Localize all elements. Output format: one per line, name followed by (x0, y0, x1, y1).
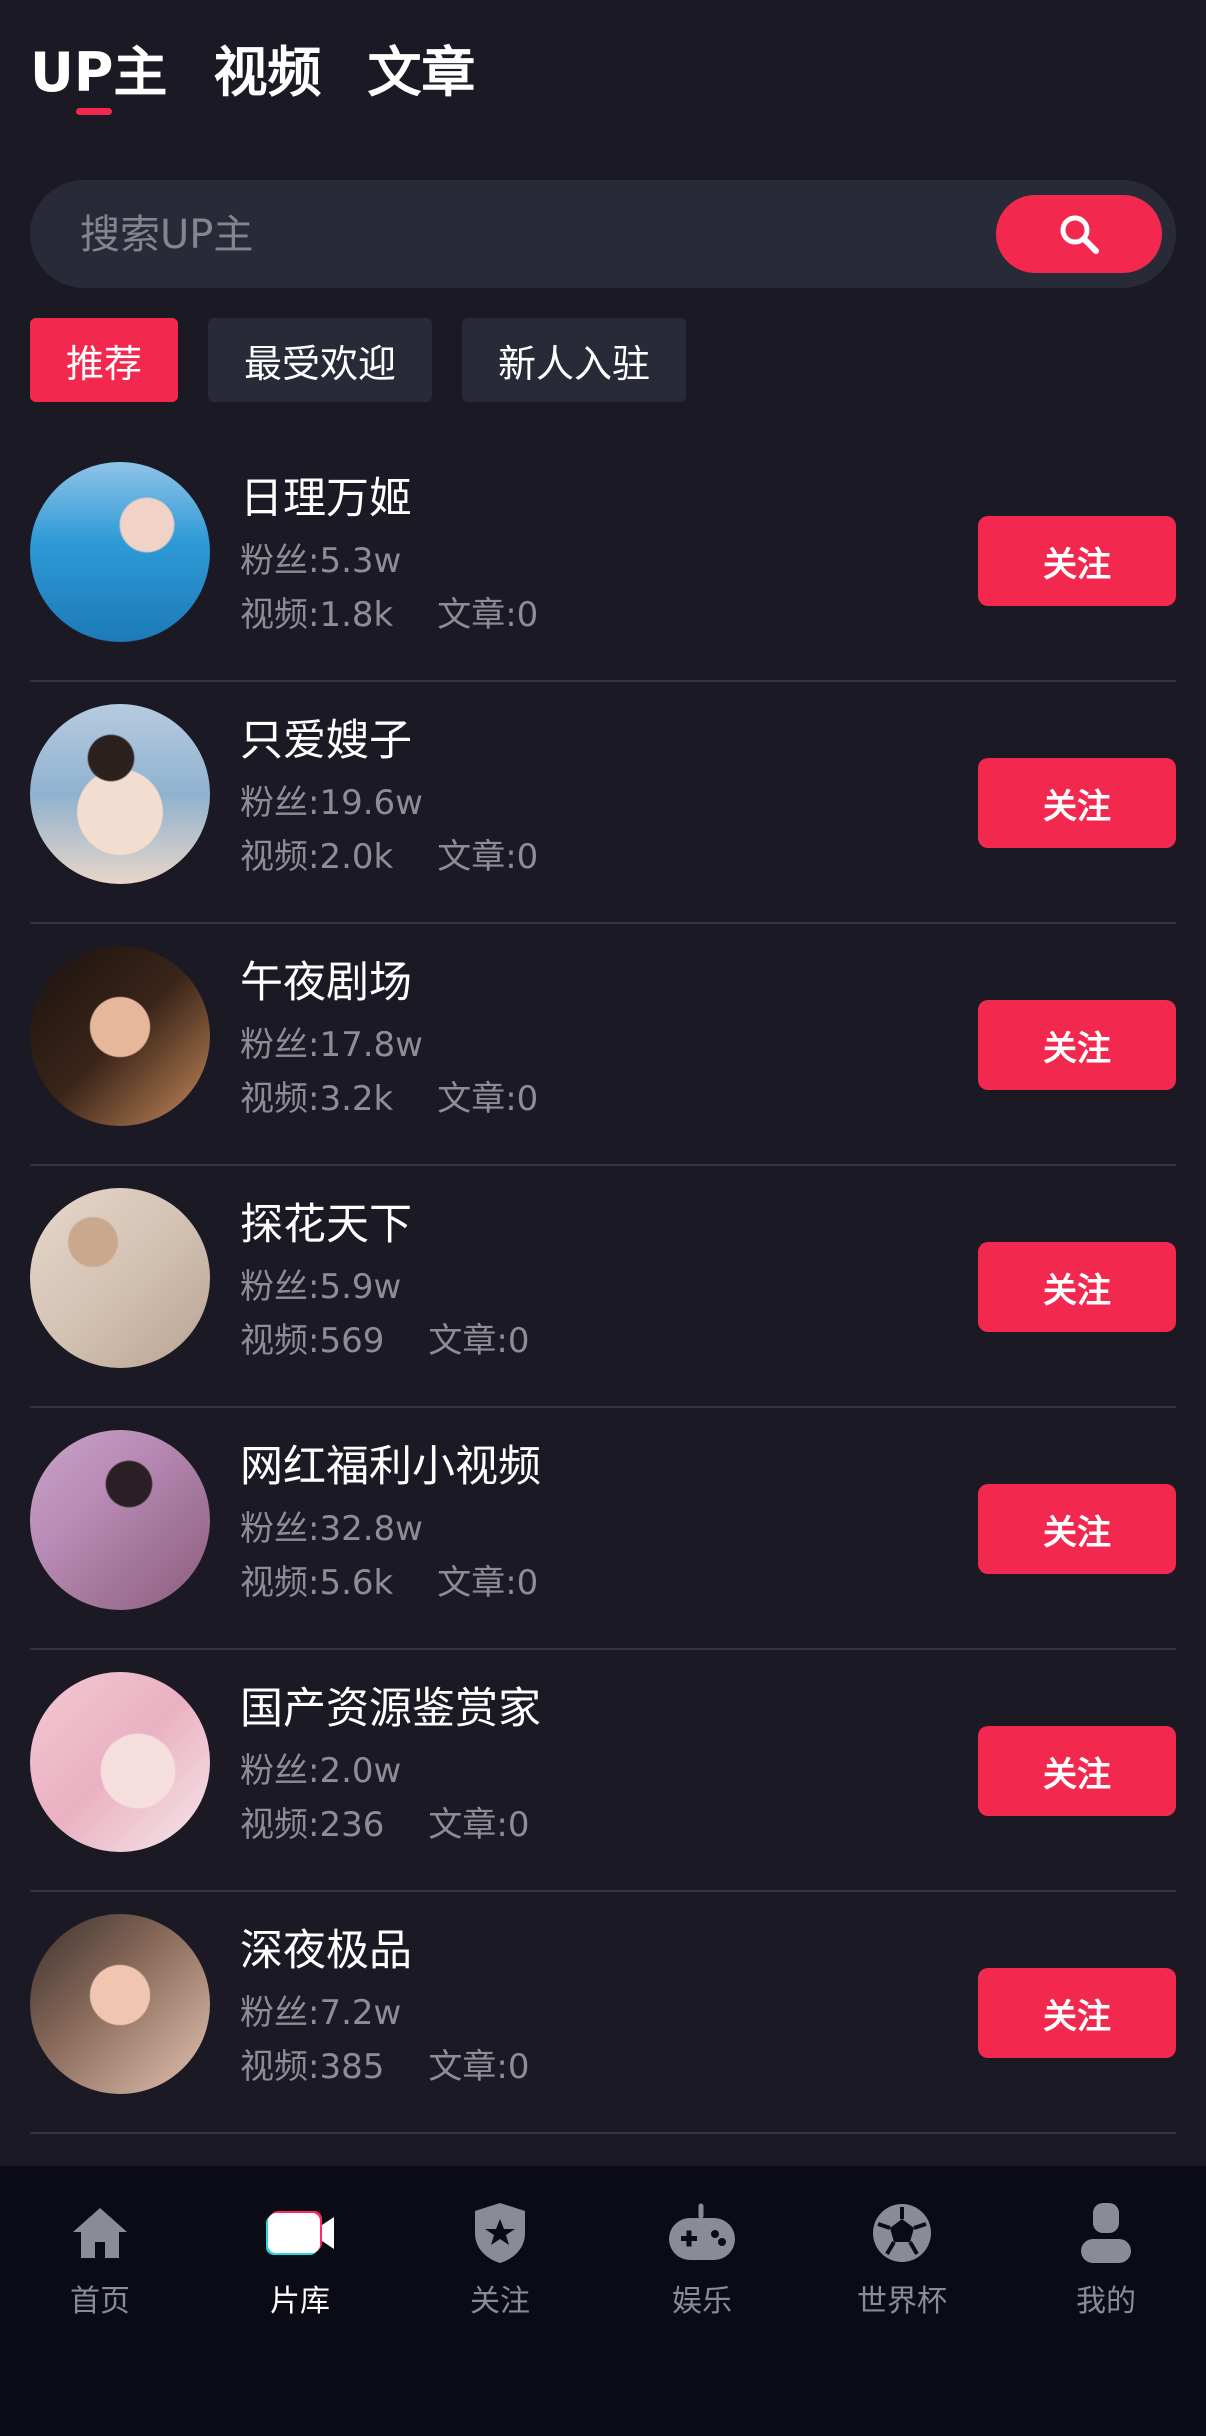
nav-label: 关注 (470, 2284, 530, 2319)
list-item[interactable]: 日理万姬 粉丝:5.3w 视频:1.8k 文章:0 关注 (30, 440, 1176, 682)
fans-count: 粉丝:5.9w (240, 1267, 402, 1307)
creator-list: 日理万姬 粉丝:5.3w 视频:1.8k 文章:0 关注 只爱嫂子 粉丝:19.… (30, 440, 1176, 2134)
search-button[interactable] (996, 195, 1162, 273)
tab-videos[interactable]: 视频 (213, 38, 321, 108)
search-icon (1060, 215, 1099, 254)
creator-name[interactable]: 日理万姬 (240, 464, 412, 526)
nav-library[interactable]: 片库 (220, 2198, 380, 2320)
user-icon (1081, 2203, 1131, 2263)
follow-button[interactable]: 关注 (978, 1000, 1176, 1090)
video-count: 视频:236 (240, 1805, 385, 1845)
gamepad-icon (669, 2203, 735, 2260)
filter-recommended[interactable]: 推荐 (30, 318, 179, 402)
article-count: 文章:0 (437, 1563, 539, 1603)
avatar[interactable] (30, 1430, 210, 1610)
video-count: 视频:569 (240, 1321, 385, 1361)
follow-button[interactable]: 关注 (978, 758, 1176, 848)
follow-button[interactable]: 关注 (978, 1242, 1176, 1332)
article-count: 文章:0 (437, 595, 539, 635)
article-count: 文章:0 (437, 837, 539, 877)
filter-chips: 推荐 最受欢迎 新人入驻 (30, 318, 687, 402)
creator-stats: 视频:3.2k 文章:0 (240, 1071, 538, 1120)
home-icon (73, 2208, 127, 2258)
nav-follow[interactable]: 关注 (420, 2198, 580, 2320)
article-count: 文章:0 (437, 1079, 539, 1119)
video-count: 视频:385 (240, 2047, 385, 2087)
tab-articles[interactable]: 文章 (367, 38, 475, 108)
avatar[interactable] (30, 946, 210, 1126)
list-item[interactable]: 午夜剧场 粉丝:17.8w 视频:3.2k 文章:0 关注 (30, 924, 1176, 1166)
avatar[interactable] (30, 1914, 210, 2094)
fans-count: 粉丝:5.3w (240, 541, 402, 581)
tab-up[interactable]: UP主 (30, 38, 167, 115)
search-bar (30, 180, 1176, 290)
creator-name[interactable]: 午夜剧场 (240, 948, 412, 1010)
creator-name[interactable]: 探花天下 (240, 1190, 412, 1252)
search-input[interactable] (78, 180, 982, 290)
creator-name[interactable]: 深夜极品 (240, 1916, 412, 1978)
nav-home[interactable]: 首页 (20, 2198, 180, 2320)
nav-label: 片库 (270, 2284, 330, 2319)
nav-world-cup[interactable]: 世界杯 (822, 2198, 982, 2320)
fans-count: 粉丝:7.2w (240, 1993, 402, 2033)
avatar[interactable] (30, 1672, 210, 1852)
follow-button[interactable]: 关注 (978, 1484, 1176, 1574)
creator-stats: 视频:236 文章:0 (240, 1797, 529, 1846)
list-item[interactable]: 深夜极品 粉丝:7.2w 视频:385 文章:0 关注 (30, 1892, 1176, 2134)
nav-label: 世界杯 (857, 2284, 947, 2319)
list-item[interactable]: 网红福利小视频 粉丝:32.8w 视频:5.6k 文章:0 关注 (30, 1408, 1176, 1650)
article-count: 文章:0 (428, 1321, 530, 1361)
creator-name[interactable]: 只爱嫂子 (240, 706, 412, 768)
creator-name[interactable]: 网红福利小视频 (240, 1432, 541, 1494)
creator-stats: 视频:2.0k 文章:0 (240, 829, 538, 878)
avatar[interactable] (30, 462, 210, 642)
nav-label: 娱乐 (672, 2284, 732, 2319)
follow-button[interactable]: 关注 (978, 1726, 1176, 1816)
creator-stats: 视频:1.8k 文章:0 (240, 587, 538, 636)
filter-new[interactable]: 新人入驻 (462, 318, 687, 402)
nav-label: 首页 (70, 2284, 130, 2319)
bottom-navigation: 首页 片库 关注 娱乐 世界杯 我的 (0, 2166, 1206, 2436)
avatar[interactable] (30, 1188, 210, 1368)
creator-stats: 视频:5.6k 文章:0 (240, 1555, 538, 1604)
video-count: 视频:2.0k (240, 837, 394, 877)
creator-name[interactable]: 国产资源鉴赏家 (240, 1674, 541, 1736)
video-library-icon (266, 2211, 334, 2255)
soccer-ball-icon (873, 2204, 931, 2262)
list-item[interactable]: 只爱嫂子 粉丝:19.6w 视频:2.0k 文章:0 关注 (30, 682, 1176, 924)
creator-stats: 视频:569 文章:0 (240, 1313, 529, 1362)
article-count: 文章:0 (428, 2047, 530, 2087)
fans-count: 粉丝:2.0w (240, 1751, 402, 1791)
shield-star-icon (475, 2203, 525, 2263)
top-tabs: UP主 视频 文章 (30, 38, 475, 115)
nav-entertainment[interactable]: 娱乐 (622, 2198, 782, 2320)
nav-me[interactable]: 我的 (1026, 2198, 1186, 2320)
list-item[interactable]: 国产资源鉴赏家 粉丝:2.0w 视频:236 文章:0 关注 (30, 1650, 1176, 1892)
list-item[interactable]: 探花天下 粉丝:5.9w 视频:569 文章:0 关注 (30, 1166, 1176, 1408)
follow-button[interactable]: 关注 (978, 1968, 1176, 2058)
avatar[interactable] (30, 704, 210, 884)
fans-count: 粉丝:17.8w (240, 1025, 423, 1065)
fans-count: 粉丝:32.8w (240, 1509, 423, 1549)
fans-count: 粉丝:19.6w (240, 783, 423, 823)
article-count: 文章:0 (428, 1805, 530, 1845)
creator-stats: 视频:385 文章:0 (240, 2039, 529, 2088)
filter-popular[interactable]: 最受欢迎 (208, 318, 433, 402)
nav-label: 我的 (1076, 2284, 1136, 2319)
follow-button[interactable]: 关注 (978, 516, 1176, 606)
video-count: 视频:5.6k (240, 1563, 394, 1603)
video-count: 视频:3.2k (240, 1079, 394, 1119)
video-count: 视频:1.8k (240, 595, 394, 635)
